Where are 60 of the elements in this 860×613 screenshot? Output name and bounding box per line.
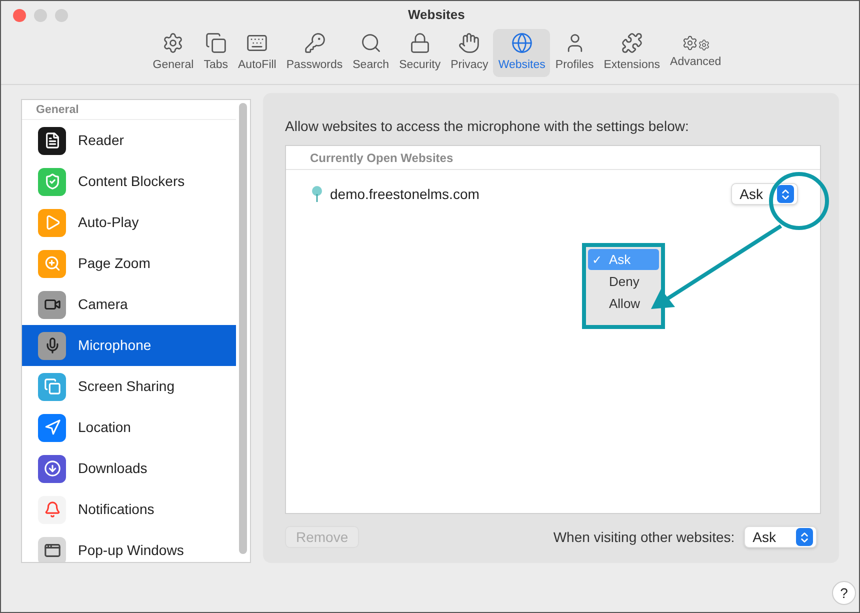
download-icon — [38, 454, 66, 482]
play-icon — [38, 208, 66, 236]
toolbar-tab[interactable]: Passwords — [281, 29, 348, 77]
sidebar-item[interactable]: Auto-Play — [22, 202, 236, 243]
gear-icon — [162, 32, 184, 54]
gears-icon — [682, 34, 710, 51]
description-text: Allow websites to access the microphone with the settings below: — [285, 117, 690, 136]
column-header: Currently Open Websites — [310, 150, 454, 166]
windows-icon — [38, 372, 66, 400]
sidebar-item[interactable]: Content Blockers — [22, 161, 236, 202]
camera-icon — [38, 290, 66, 318]
other-websites-label: When visiting other websites: — [553, 528, 735, 547]
sidebar-item[interactable]: Camera — [22, 284, 236, 325]
close-button[interactable] — [13, 8, 26, 22]
document-icon — [38, 126, 66, 154]
help-button[interactable]: ? — [832, 581, 856, 605]
shield-icon — [38, 168, 66, 196]
toolbar-tab[interactable]: Advanced — [665, 29, 726, 77]
stepper-icon — [777, 185, 794, 203]
sidebar-item[interactable]: Page Zoom — [22, 243, 236, 284]
toolbar-tab[interactable]: AutoFill — [233, 29, 282, 77]
zoom-icon — [38, 250, 66, 278]
menu-item[interactable]: Allow — [588, 293, 659, 314]
toolbar-tab[interactable]: Tabs — [198, 29, 234, 77]
menu-item-label: Allow — [608, 294, 640, 313]
toolbar-tab[interactable]: Extensions — [598, 29, 666, 77]
sidebar-item[interactable]: Location — [22, 407, 236, 448]
toolbar-tab[interactable]: Search — [348, 29, 394, 77]
site-name: demo.freestonelms.com — [330, 184, 480, 204]
minimize-button[interactable] — [34, 8, 47, 22]
microphone-icon — [38, 332, 66, 360]
menu-item[interactable]: Deny — [588, 271, 659, 292]
stepper-icon — [796, 528, 813, 546]
tree-icon — [310, 186, 324, 202]
sidebar-section-header: General — [22, 100, 236, 120]
sidebar-item[interactable]: Reader — [22, 120, 236, 161]
highlight-circle — [768, 171, 830, 231]
menu-item-label: Ask — [608, 250, 631, 269]
toolbar-tab[interactable]: Profiles — [550, 29, 599, 77]
sidebar-item[interactable]: Pop-up Windows — [22, 530, 236, 562]
sidebar-item[interactable]: Downloads — [22, 448, 236, 489]
toolbar-tab[interactable]: Security — [394, 29, 446, 77]
toolbar-tab[interactable]: General — [148, 29, 199, 77]
menu-item-label: Deny — [608, 272, 640, 291]
lock-icon — [408, 32, 431, 54]
sidebar-item[interactable]: Microphone — [22, 325, 236, 366]
globe-icon — [510, 32, 533, 54]
search-icon — [360, 32, 382, 54]
key-icon — [304, 32, 326, 54]
toolbar-tab[interactable]: Privacy — [446, 29, 494, 77]
other-websites-popup[interactable]: Ask — [744, 526, 817, 548]
hand-icon — [458, 32, 480, 54]
sidebar-item[interactable]: Screen Sharing — [22, 366, 236, 407]
sidebar-item[interactable]: Notifications — [22, 489, 236, 530]
zoom-button[interactable] — [55, 8, 68, 22]
tabs-icon — [204, 32, 227, 54]
permission-popup[interactable]: Ask — [730, 183, 798, 205]
window-title: Websites — [408, 6, 465, 24]
bell-icon — [38, 496, 66, 524]
puzzle-icon — [620, 32, 643, 54]
